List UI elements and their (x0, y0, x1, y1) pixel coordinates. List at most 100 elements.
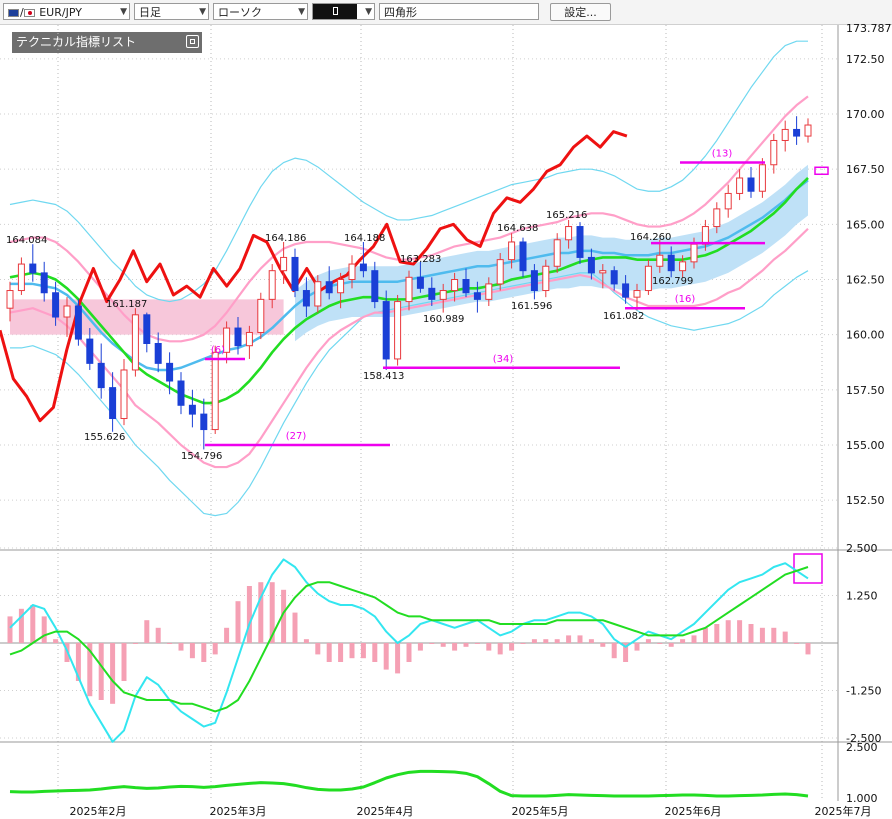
grid (0, 25, 892, 801)
date-axis-tick-label: 2025年3月 (210, 804, 267, 818)
candle-body (86, 338, 94, 364)
histogram-bar (543, 639, 549, 643)
candle-body (770, 139, 778, 166)
histogram-bar (303, 639, 309, 643)
histogram-bar (588, 639, 594, 643)
candle-body (74, 305, 82, 340)
histogram-bar (406, 643, 412, 662)
histogram-bar (349, 643, 355, 659)
histogram-bar (691, 635, 697, 643)
candle-body (188, 404, 196, 415)
candle-body (245, 331, 253, 347)
high-low-label: 163.283 (400, 254, 441, 265)
date-axis-tick-label: 2025年6月 (665, 804, 722, 818)
histogram-bar (657, 643, 663, 644)
histogram-bar (178, 643, 184, 651)
price-axis-tick-label: 160.00 (846, 329, 885, 342)
high-low-label: 164.638 (497, 223, 538, 234)
price-axis-tick-label: 157.50 (846, 384, 885, 397)
candle-body (542, 265, 550, 292)
histogram-bar (611, 643, 617, 659)
candle-body (325, 281, 333, 294)
candle-body (6, 290, 14, 309)
macd-axis-tick-label: 1.250 (846, 590, 878, 603)
annotations: (6) (27) (34) (13) (16) (205, 149, 829, 584)
candle-body (644, 265, 652, 292)
candle-body (519, 241, 527, 272)
candle-body (747, 177, 755, 192)
candle-body (257, 298, 265, 333)
histogram-bar (634, 643, 640, 651)
histogram-bar (748, 624, 754, 643)
candle-body (154, 342, 162, 364)
histogram-bar (110, 643, 116, 704)
histogram-bar (794, 643, 800, 644)
candle-body (587, 256, 595, 274)
candle-body (473, 292, 481, 300)
candle-body (701, 226, 709, 245)
high-low-label: 160.989 (423, 314, 464, 325)
chart-area: (6) (27) (34) (13) (16) 164.084 161.187 155.62… (0, 22, 892, 818)
price-axis-tick-label: 172.50 (846, 53, 885, 66)
high-low-label: 165.216 (546, 210, 587, 221)
histogram-bar (725, 620, 731, 643)
candle-body (63, 305, 71, 318)
candle-body (679, 261, 687, 272)
candle-body (553, 239, 561, 267)
histogram-bar (417, 643, 423, 651)
candle-body (337, 279, 345, 294)
candle-body (485, 283, 493, 300)
candle-body (690, 243, 698, 263)
histogram-bar (338, 643, 344, 662)
candle-body (394, 301, 402, 360)
histogram-bar (600, 643, 606, 647)
annotation-count-label: (16) (675, 294, 696, 305)
candle-body (405, 276, 413, 303)
candle-body (496, 259, 504, 285)
histogram-bar (292, 612, 298, 643)
candle-body (530, 270, 538, 292)
candle-body (131, 314, 139, 371)
histogram-bar (452, 643, 458, 651)
candle-body (52, 292, 60, 318)
macd-panel (7, 558, 811, 743)
annotation-count-label: (6) (211, 345, 225, 356)
oscillator-axis-tick-label: 2.500 (846, 741, 878, 754)
histogram-bar (326, 643, 332, 662)
histogram-bar (702, 627, 708, 643)
histogram-bar (486, 643, 492, 651)
histogram-bar (212, 643, 218, 655)
high-low-label: 162.799 (652, 276, 693, 287)
candle-body (667, 254, 675, 272)
candle-body (143, 314, 151, 344)
price-axis-tick-label: 167.50 (846, 163, 885, 176)
price-axis-tick-label: 162.50 (846, 274, 885, 287)
marker-rect (793, 553, 823, 584)
signal-line (9, 566, 809, 713)
high-low-label: 164.186 (265, 233, 306, 244)
candle-body (280, 256, 288, 272)
histogram-bar (759, 627, 765, 643)
candle-body (302, 290, 310, 307)
histogram-bar (98, 643, 104, 700)
candle-body (291, 256, 299, 292)
histogram-bar (668, 643, 674, 647)
candle-body (416, 276, 424, 289)
annotation-count-label: (13) (712, 149, 733, 160)
histogram-bar (395, 643, 401, 674)
candle-body (211, 351, 219, 431)
histogram-bar (474, 643, 480, 644)
annotation-count-label: (34) (493, 354, 514, 365)
histogram-bar (246, 586, 252, 643)
candle-body (29, 263, 37, 274)
candle-body (599, 270, 607, 274)
candle-body (371, 270, 379, 303)
oscillator-axis-tick-label: 1.000 (846, 792, 878, 805)
histogram-bar (714, 624, 720, 643)
candle-body (724, 192, 732, 210)
candle-body (462, 279, 470, 294)
histogram-bar (53, 639, 59, 643)
price-axis-tick-label: 173.787 (846, 22, 892, 35)
candle-body (508, 241, 516, 261)
candle-body (359, 263, 367, 272)
